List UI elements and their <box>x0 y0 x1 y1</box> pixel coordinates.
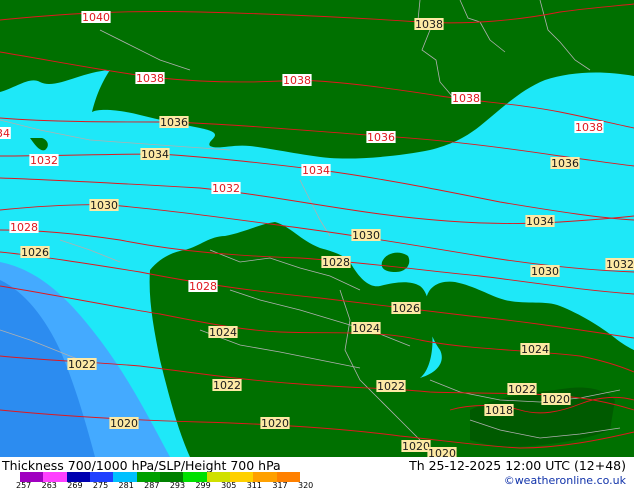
map-title: Thickness 700/1000 hPa/SLP/Height 700 hP… <box>2 458 281 473</box>
scale-tick-label: 320 <box>298 481 314 490</box>
scale-tick-label: 263 <box>41 481 57 490</box>
isobar-label: 1022 <box>68 358 96 371</box>
isobar-label: 1038 <box>575 121 603 134</box>
isobar-label: 1026 <box>21 246 49 259</box>
isobar-label: 1038 <box>415 18 443 31</box>
weather-map: 1040 1038 1038 1038 1038 1038 1036 1036 1036 34 10… <box>0 0 634 457</box>
isobar-label: 1020 <box>428 447 456 457</box>
scale-tick-label: 311 <box>246 481 262 490</box>
isobar-label: 1034 <box>526 215 554 228</box>
isobar-label: 1034 <box>302 164 330 177</box>
scale-tick-label: 275 <box>92 481 109 490</box>
isobar-label: 1020 <box>261 417 289 430</box>
isobar-label: 1030 <box>90 199 118 212</box>
isobar-label: 1030 <box>352 229 380 242</box>
isobar-label: 1018 <box>485 404 513 417</box>
thickness-scale-ticks: 257 263 269 275 281 287 293 299 305 311 317 320 <box>16 481 326 490</box>
isobar-label: 1030 <box>531 265 559 278</box>
isobar-label: 1038 <box>136 72 164 85</box>
isobar-label: 1020 <box>402 440 430 453</box>
valid-datetime: Th 25-12-2025 12:00 UTC (12+48) <box>409 458 626 473</box>
isobar-label: 1026 <box>392 302 420 315</box>
isobar-label: 1024 <box>521 343 549 356</box>
scale-tick-label: 317 <box>272 481 288 490</box>
scale-tick-label: 293 <box>169 481 186 490</box>
scale-tick-label: 305 <box>221 481 237 490</box>
isobar-label: 1038 <box>452 92 480 105</box>
isobar-label: 1022 <box>377 380 405 393</box>
isobar-label: 1028 <box>10 221 38 234</box>
isobar-label: 1020 <box>110 417 138 430</box>
isobar-label: 1032 <box>606 258 634 271</box>
site-credit[interactable]: ©weatheronline.co.uk <box>504 474 626 487</box>
scale-tick-label: 287 <box>144 481 160 490</box>
isobar-label: 1032 <box>212 182 240 195</box>
isobar-label: 1036 <box>551 157 579 170</box>
isobar-label: 1028 <box>322 256 350 269</box>
isobar-label: 1036 <box>367 131 395 144</box>
isobar-label: 34 <box>0 127 10 140</box>
isobar-label: 1022 <box>213 379 241 392</box>
isobar-label: 1024 <box>352 322 380 335</box>
isobar-label: 1040 <box>82 11 110 24</box>
isobar-label: 1024 <box>209 326 237 339</box>
scale-tick-label: 269 <box>67 481 83 490</box>
isobar-label: 1022 <box>508 383 536 396</box>
isobar-label: 1036 <box>160 116 188 129</box>
isobar-label: 1028 <box>189 280 217 293</box>
isobar-label: 1032 <box>30 154 58 167</box>
isobar-label: 1034 <box>141 148 169 161</box>
scale-tick-label: 281 <box>118 481 134 490</box>
isobar-label: 1020 <box>542 393 570 406</box>
isobar-label: 1038 <box>283 74 311 87</box>
scale-tick-label: 299 <box>195 481 211 490</box>
scale-tick-label: 257 <box>16 481 32 490</box>
